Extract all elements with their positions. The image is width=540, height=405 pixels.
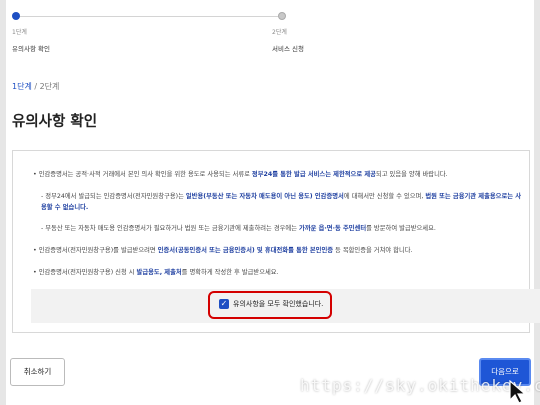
notice-item-4: • 인감증명서(전자민원창구용)를 발급받으려면 인증서(공동인증서 또는 금융… — [33, 245, 521, 256]
notice-text: • 인감증명서(전자민원창구용) 신청 시 — [33, 269, 137, 276]
notice-text: 되고 있음을 양해 바랍니다. — [375, 171, 448, 178]
watermark-url: https://sky.okithekey.com — [300, 376, 540, 395]
breadcrumb-separator: / — [31, 82, 40, 91]
page: 1단계 유의사항 확인 2단계 서비스 신청 1단계 / 2단계 유의사항 확인… — [0, 0, 540, 405]
step-1-dot — [12, 12, 20, 20]
notice-text: 를 명확하게 작성한 후 발급받으세요. — [181, 269, 279, 276]
confirm-label[interactable]: 유의사항을 모두 확인했습니다. — [233, 299, 323, 309]
page-title: 유의사항 확인 — [12, 114, 98, 130]
right-edge — [534, 0, 540, 405]
checkmark-icon: ✓ — [220, 299, 228, 308]
step-2-number: 2단계 — [272, 29, 287, 36]
confirm-checkbox[interactable]: ✓ — [219, 299, 229, 309]
notice-emphasis: 일반용(부동산 또는 자동차 매도용이 아닌 용도) 인감증명서 — [185, 193, 344, 200]
stepper-line — [16, 16, 278, 17]
notice-emphasis: 발급용도, 제출처 — [136, 269, 182, 276]
step-2-dot — [278, 12, 286, 20]
notice-item-5: • 인감증명서(전자민원창구용) 신청 시 발급용도, 제출처를 명확하게 작성… — [33, 267, 521, 278]
step-1-number: 1단계 — [12, 29, 27, 36]
step-2-title: 서비스 신청 — [272, 45, 304, 53]
notice-item-1: • 인감증명서는 공적·사적 거래에서 본인 의사 확인을 위한 용도로 사용되… — [33, 169, 521, 180]
notice-text: • 인감증명서는 공적·사적 거래에서 본인 의사 확인을 위한 용도로 사용되… — [33, 171, 252, 178]
notice-emphasis: 가까운 읍·면·동 주민센터 — [299, 225, 367, 232]
breadcrumb: 1단계 / 2단계 — [12, 81, 59, 92]
breadcrumb-current: 1단계 — [12, 82, 32, 91]
notice-text: 에 대해서만 신청할 수 있으며, — [343, 193, 426, 200]
notice-text: - 부동산 또는 자동차 매도용 인감증명서가 필요하거나 법원 또는 금융기관… — [41, 225, 300, 232]
notice-item-3: - 부동산 또는 자동차 매도용 인감증명서가 필요하거나 법원 또는 금융기관… — [41, 223, 523, 234]
left-edge — [0, 0, 6, 405]
step-1-title: 유의사항 확인 — [12, 45, 50, 53]
notice-emphasis: 인증서(공동인증서 또는 금융인증서) 및 휴대전화를 통한 본인인증 — [157, 247, 334, 254]
stepper: 1단계 유의사항 확인 2단계 서비스 신청 — [12, 12, 532, 62]
notice-text: • 인감증명서(전자민원창구용)를 발급받으려면 — [33, 247, 158, 254]
notice-item-2: - 정부24에서 발급되는 인감증명서(전자민원창구용)는 일반용(부동산 또는… — [41, 191, 523, 213]
mouse-pointer-icon — [509, 380, 527, 404]
notice-text: - 정부24에서 발급되는 인감증명서(전자민원창구용)는 — [41, 193, 186, 200]
breadcrumb-next: 2단계 — [39, 82, 60, 91]
cancel-button[interactable]: 취소하기 — [10, 358, 65, 386]
notice-text: 를 방문하여 발급받으세요. — [366, 225, 436, 232]
notice-emphasis: 정부24를 통한 발급 서비스는 제한적으로 제공 — [251, 171, 376, 178]
notice-text: 등 복합인증을 거쳐야 합니다. — [333, 247, 413, 254]
